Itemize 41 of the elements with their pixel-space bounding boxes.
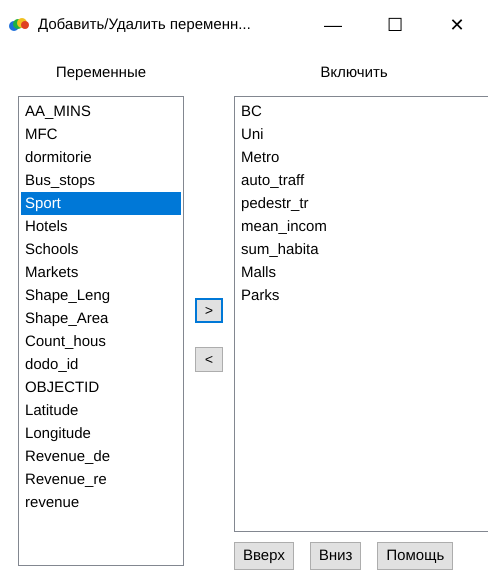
dialog-button[interactable]: Вверх	[234, 542, 294, 570]
list-item[interactable]: mean_incom	[237, 215, 486, 238]
list-item[interactable]: Hotels	[21, 215, 181, 238]
included-list[interactable]: BC Uni Metro auto_traff pedestr_tr mean_incom sum_habita Malls Parks	[234, 96, 488, 532]
list-item[interactable]: Revenue_de	[21, 445, 181, 468]
list-item[interactable]: Longitude	[21, 422, 181, 445]
move-button[interactable]: >	[195, 298, 223, 323]
list-item[interactable]: Count_hous	[21, 330, 181, 353]
maximize-button[interactable]: ☐	[364, 5, 426, 45]
window-title: Добавить/Удалить переменн...	[38, 14, 251, 35]
list-item[interactable]: dormitorie	[21, 146, 181, 169]
list-item[interactable]: Metro	[237, 146, 486, 169]
dialog-button[interactable]: Помощь	[377, 542, 454, 570]
list-item[interactable]: AA_MINS	[21, 100, 181, 123]
move-button[interactable]: <	[195, 347, 223, 372]
list-item[interactable]: Shape_Leng	[21, 284, 181, 307]
list-item[interactable]: sum_habita	[237, 238, 486, 261]
variables-list[interactable]: AA_MINS MFC dormitorie Bus_stops Sport Hotels Schools Markets Shape_Leng Shape_Area Count_hous dodo_id OBJECTID Latitude Longitude Revenue_de Revenue_re revenue	[18, 96, 184, 566]
list-label: Переменные	[54, 62, 148, 83]
list-label: Включить	[319, 62, 389, 83]
list-item[interactable]: Markets	[21, 261, 181, 284]
dialog-button[interactable]: Вниз	[310, 542, 362, 570]
list-item[interactable]: Revenue_re	[21, 468, 181, 491]
list-item[interactable]: Parks	[237, 284, 486, 307]
list-item[interactable]: Latitude	[21, 399, 181, 422]
list-item[interactable]: pedestr_tr	[237, 192, 486, 215]
list-item[interactable]: Shape_Area	[21, 307, 181, 330]
list-item[interactable]: Bus_stops	[21, 169, 181, 192]
list-item[interactable]: Malls	[237, 261, 486, 284]
list-item[interactable]: OBJECTID	[21, 376, 181, 399]
list-item[interactable]: Sport	[21, 192, 181, 215]
list-item[interactable]: revenue	[21, 491, 181, 514]
list-item[interactable]: Uni	[237, 123, 486, 146]
close-button[interactable]: ✕	[426, 5, 488, 45]
list-item[interactable]: BC	[237, 100, 486, 123]
app-icon	[8, 16, 30, 34]
list-item[interactable]: dodo_id	[21, 353, 181, 376]
list-item[interactable]: MFC	[21, 123, 181, 146]
minimize-button[interactable]: —	[302, 5, 364, 45]
list-item[interactable]: Schools	[21, 238, 181, 261]
list-item[interactable]: auto_traff	[237, 169, 486, 192]
